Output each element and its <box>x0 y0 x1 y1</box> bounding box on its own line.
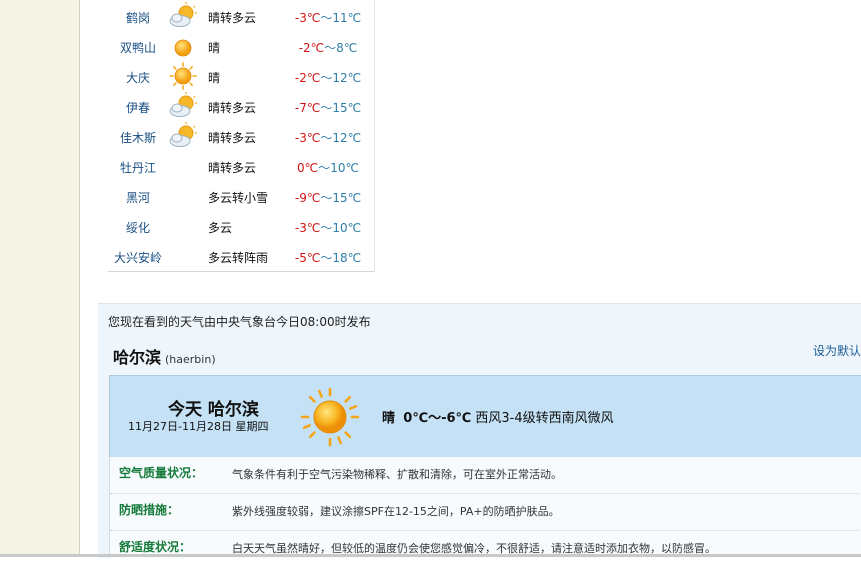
city-temp: 0℃～10℃ <box>297 161 359 175</box>
index-label: 舒适度状况： <box>119 540 192 554</box>
table-divider <box>108 271 374 272</box>
city-name-link[interactable]: 绥化 <box>108 219 168 236</box>
publish-notice: 您现在看到的天气由中央气象台今日08:00时发布 <box>108 315 371 329</box>
index-text: 气象条件有利于空气污染物稀释、扩散和清除，可在室外正常活动。 <box>232 468 562 481</box>
city-name-link[interactable]: 鹤岗 <box>108 9 168 26</box>
city-row: 佳木斯 晴转多云 -3℃～12℃ <box>108 120 374 150</box>
city-pinyin: (haerbin) <box>165 353 216 366</box>
list-item: 空气质量状况： 气象条件有利于空气污染物稀释、扩散和清除，可在室外正常活动。 <box>110 457 861 494</box>
partly-cloudy-icon <box>168 121 198 151</box>
index-label: 防晒措施： <box>119 503 180 517</box>
city-temp: -3℃～10℃ <box>294 221 362 235</box>
city-condition: 晴 <box>208 41 221 55</box>
sun-small-icon <box>168 31 198 61</box>
forecast-panel: 您现在看到的天气由中央气象台今日08:00时发布 哈尔滨 (haerbin) 设为… <box>98 303 861 558</box>
list-item: 舒适度状况： 白天天气虽然晴好，但较低的温度仍会使您感觉偏冷，不很舒适，请注意适… <box>110 531 861 567</box>
sun-icon <box>300 387 360 447</box>
city-temp: -3℃～11℃ <box>294 11 362 25</box>
life-index-list: 空气质量状况： 气象条件有利于空气污染物稀释、扩散和清除，可在室外正常活动。 防… <box>109 457 861 558</box>
city-condition: 晴转多云 <box>208 161 257 175</box>
city-temp: -9℃～15℃ <box>294 191 362 205</box>
city-name-link[interactable]: 黑河 <box>108 189 168 206</box>
city-temp: -2℃～12℃ <box>294 71 362 85</box>
index-text: 紫外线强度较弱，建议涂擦SPF在12-15之间，PA+的防晒护肤品。 <box>232 505 560 518</box>
city-row: 大庆 晴 -2℃～12℃ <box>108 60 374 90</box>
page-title: 哈尔滨 (haerbin) <box>113 348 216 367</box>
city-row: 黑河 多云转小雪 -9℃～15℃ <box>108 180 374 210</box>
city-row: 双鸭山 晴 -2℃～8℃ <box>108 30 374 60</box>
city-temp: -3℃～12℃ <box>294 131 362 145</box>
today-label: 今天 哈尔滨 <box>168 400 259 420</box>
city-temp: -5℃～18℃ <box>294 251 362 265</box>
city-name-link[interactable]: 佳木斯 <box>108 129 168 146</box>
left-sidebar-strip <box>0 0 80 557</box>
city-condition: 多云转小雪 <box>208 191 269 205</box>
set-default-link[interactable]: 设为默认 <box>813 342 861 359</box>
sun-icon <box>168 61 198 91</box>
table-divider <box>374 0 375 272</box>
city-name-link[interactable]: 双鸭山 <box>108 39 168 56</box>
partly-cloudy-icon <box>168 91 198 121</box>
city-name-link[interactable]: 牡丹江 <box>108 159 168 176</box>
city-row: 大兴安岭 多云转阵雨 -5℃～18℃ <box>108 240 374 270</box>
main-content: 鹤岗 晴转多云 -3℃～11℃ 双鸭山 晴 -2℃～8℃ 大庆 晴 -2℃～12… <box>80 0 861 558</box>
index-label: 空气质量状况： <box>119 466 204 480</box>
city-temp: -2℃～8℃ <box>298 41 358 55</box>
city-name-link[interactable]: 大兴安岭 <box>108 249 168 266</box>
city-condition: 多云 <box>208 221 233 235</box>
city-name-link[interactable]: 伊春 <box>108 99 168 116</box>
list-item: 防晒措施： 紫外线强度较弱，建议涂擦SPF在12-15之间，PA+的防晒护肤品。 <box>110 494 861 531</box>
city-condition: 晴转多云 <box>208 131 257 145</box>
city-row: 绥化 多云 -3℃～10℃ <box>108 210 374 240</box>
partly-cloudy-icon <box>168 1 198 31</box>
city-forecast-table: 鹤岗 晴转多云 -3℃～11℃ 双鸭山 晴 -2℃～8℃ 大庆 晴 -2℃～12… <box>108 0 374 270</box>
city-condition: 晴转多云 <box>208 11 257 25</box>
today-weather: 晴 0℃～-6℃ 西风3-4级转西南风微风 <box>382 411 614 426</box>
city-condition: 晴 <box>208 71 221 85</box>
city-row: 牡丹江 晴转多云 0℃～10℃ <box>108 150 374 180</box>
city-name-link[interactable]: 大庆 <box>108 69 168 86</box>
city-condition: 多云转阵雨 <box>208 251 269 265</box>
today-forecast: 今天 哈尔滨 11月27日-11月28日 星期四 晴 0℃～-6℃ 西风3-4级… <box>109 375 861 459</box>
date-range: 11月27日-11月28日 星期四 <box>128 420 269 433</box>
city-temp: -7℃～15℃ <box>294 101 362 115</box>
city-row: 伊春 晴转多云 -7℃～15℃ <box>108 90 374 120</box>
city-condition: 晴转多云 <box>208 101 257 115</box>
city-row: 鹤岗 晴转多云 -3℃～11℃ <box>108 0 374 30</box>
